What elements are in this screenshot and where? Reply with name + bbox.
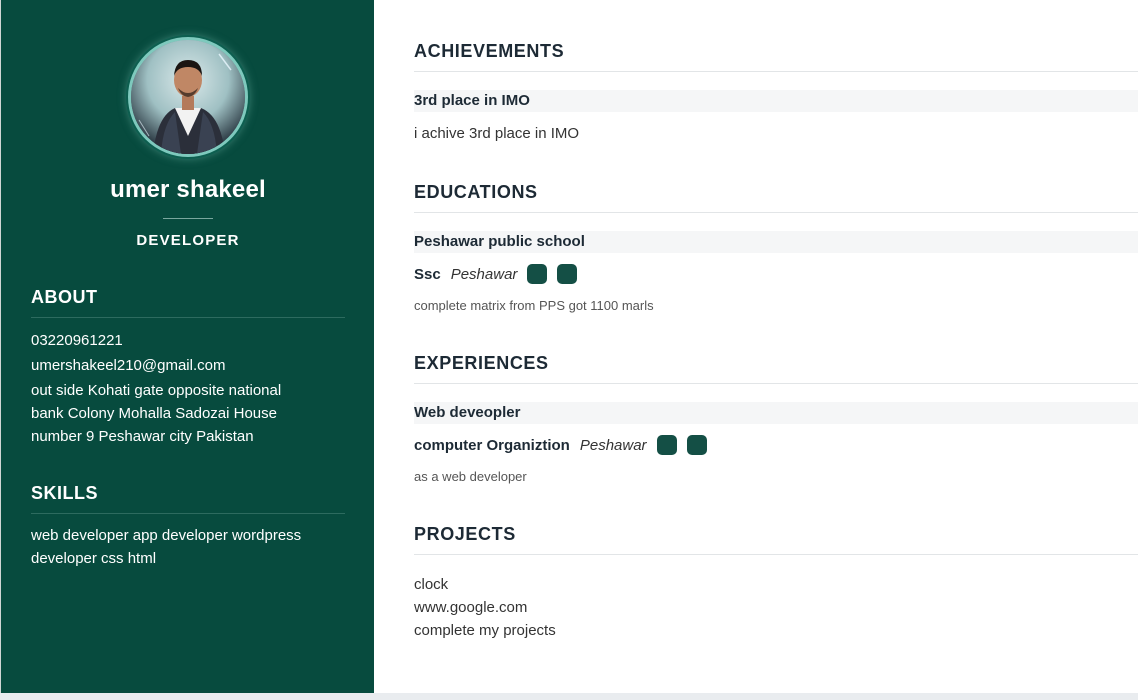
- about-section: 03220961221 umershakeel210@gmail.com out…: [31, 329, 351, 448]
- educations-divider: [414, 212, 1138, 213]
- experience-description: as a web developer: [414, 469, 527, 484]
- projects-heading: PROJECTS: [414, 524, 516, 544]
- date-badge: [557, 264, 578, 284]
- educations-heading: EDUCATIONS: [414, 182, 538, 202]
- experience-location: Peshawar: [579, 436, 647, 454]
- education-location: Peshawar: [450, 265, 518, 283]
- about-divider: [31, 317, 345, 318]
- date-badge: [686, 435, 707, 455]
- about-heading: ABOUT: [31, 287, 98, 307]
- phone-text: 03220961221: [31, 332, 123, 349]
- skills-section: web developer app developer wordpress de…: [31, 524, 351, 570]
- experience-detail-row: computer Organiztion Peshawar: [414, 435, 707, 455]
- date-badge: [527, 264, 548, 284]
- sidebar: umer shakeel DEVELOPER ABOUT 03220961221…: [0, 0, 374, 693]
- resume-page: umer shakeel DEVELOPER ABOUT 03220961221…: [0, 0, 1138, 693]
- achievements-divider: [414, 71, 1138, 72]
- projects-list: clock www.google.com complete my project…: [414, 573, 556, 642]
- achievements-heading: ACHIEVEMENTS: [414, 41, 565, 61]
- skills-heading: SKILLS: [31, 483, 99, 503]
- education-degree: Ssc: [414, 265, 441, 283]
- education-description: complete matrix from PPS got 1100 marls: [414, 298, 654, 313]
- experience-title: Web deveopler: [414, 402, 1138, 424]
- project-item: www.google.com: [414, 599, 528, 616]
- address-line: number 9 Peshawar city Pakistan: [31, 428, 254, 445]
- experience-company: computer Organiztion: [414, 436, 570, 454]
- education-title: Peshawar public school: [414, 231, 1138, 253]
- date-badge: [656, 435, 677, 455]
- profile-role: DEVELOPER: [136, 232, 240, 249]
- achievement-title: 3rd place in IMO: [414, 90, 1138, 112]
- address-line: out side Kohati gate opposite national: [31, 382, 282, 399]
- skills-line: web developer app developer wordpress: [31, 527, 302, 544]
- experiences-divider: [414, 383, 1138, 384]
- skills-line: developer css html: [31, 550, 157, 567]
- project-item: complete my projects: [414, 622, 556, 639]
- profile-name: umer shakeel: [110, 176, 266, 203]
- education-detail-row: Ssc Peshawar: [414, 264, 578, 284]
- skills-divider: [31, 513, 345, 514]
- projects-divider: [414, 554, 1138, 555]
- achievement-description: i achive 3rd place in IMO: [414, 125, 580, 142]
- project-item: clock: [414, 576, 449, 593]
- avatar: [128, 37, 248, 157]
- experiences-heading: EXPERIENCES: [414, 353, 549, 373]
- email-text: umershakeel210@gmail.com: [31, 357, 226, 374]
- name-divider: [163, 218, 213, 219]
- address-line: bank Colony Mohalla Sadozai House: [31, 405, 277, 422]
